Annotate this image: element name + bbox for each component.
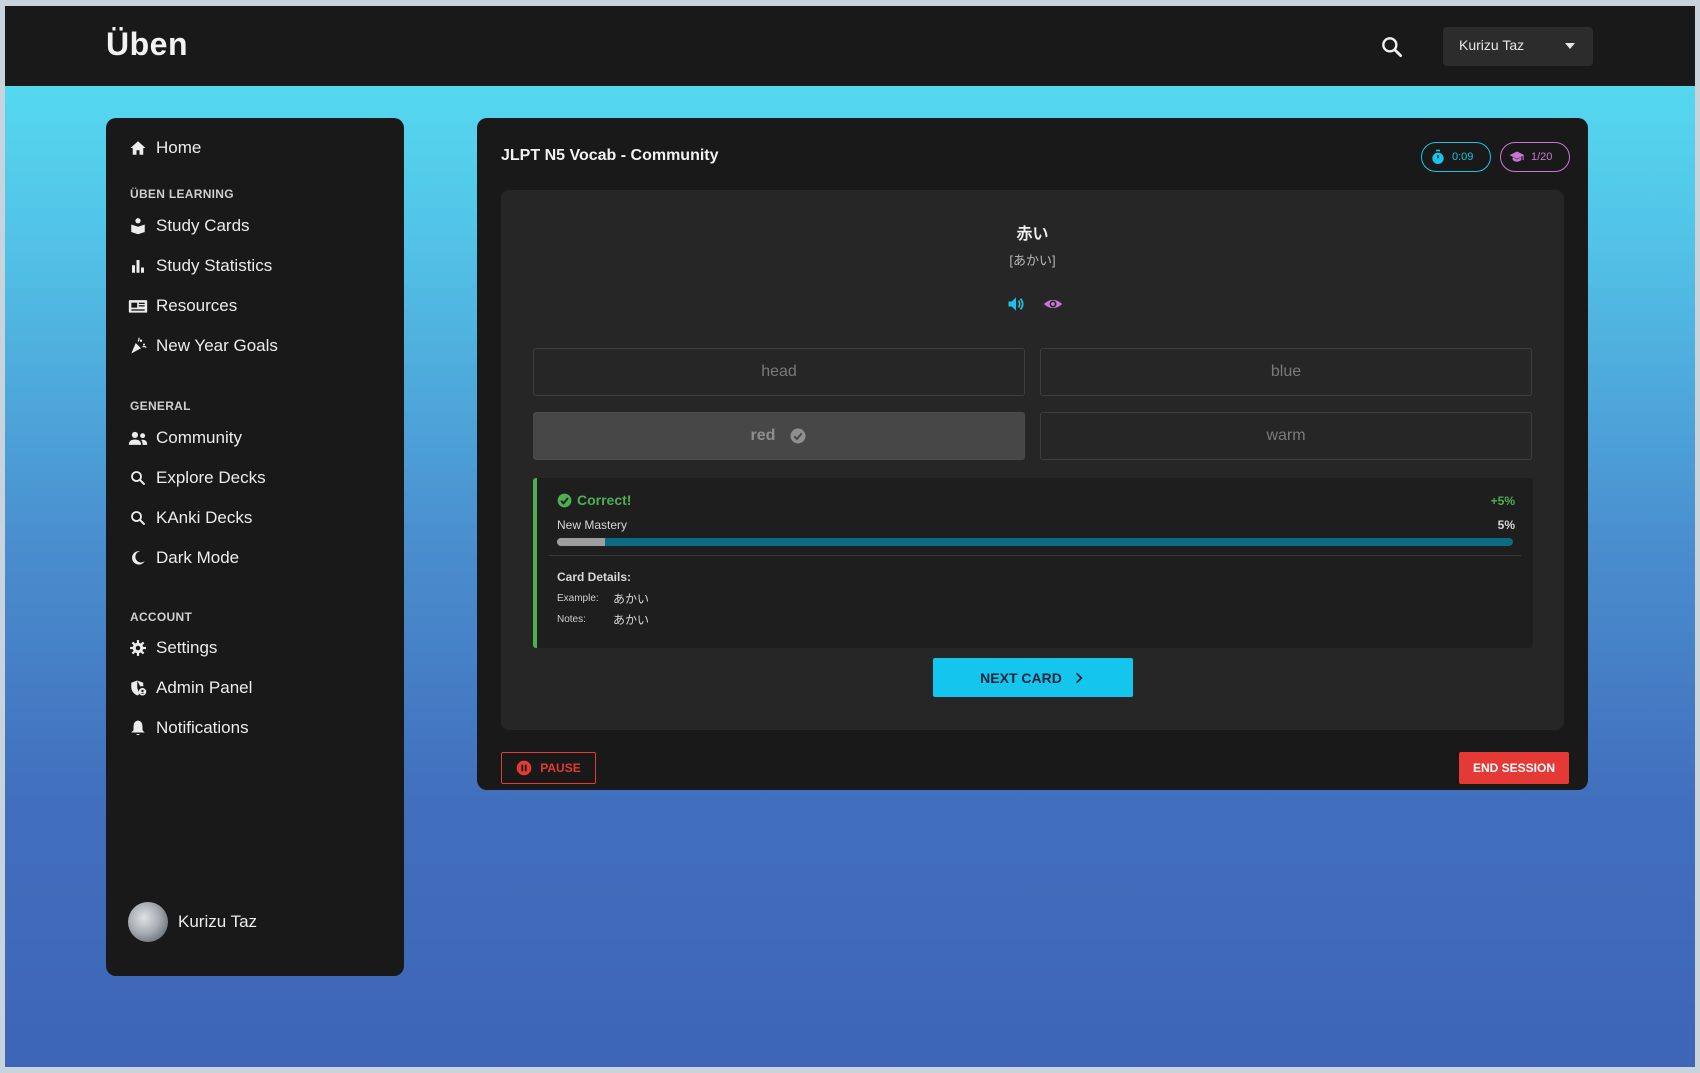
- card-details-example: Example: あかい: [557, 590, 649, 607]
- answer-option-blue[interactable]: blue: [1040, 348, 1532, 396]
- bar-chart-icon: [128, 256, 148, 276]
- notes-value: あかい: [613, 613, 650, 627]
- user-menu-dropdown[interactable]: Kurizu Taz: [1443, 27, 1593, 66]
- timer-value: 0:09: [1452, 151, 1474, 163]
- mastery-gain: +5%: [1490, 494, 1515, 508]
- sidebar-item-admin-panel[interactable]: Admin Panel: [128, 674, 378, 702]
- study-session-panel: JLPT N5 Vocab - Community 0:09 1/20 赤い […: [477, 118, 1588, 790]
- answer-feedback-panel: Correct! +5% New Mastery 5% Card Details…: [533, 478, 1533, 648]
- sidebar: Home ÜBEN LEARNING Study Cards Study Sta…: [106, 118, 404, 976]
- answer-option-label: warm: [1266, 427, 1306, 444]
- sidebar-item-dark-mode[interactable]: Dark Mode: [128, 544, 378, 572]
- card-details-title: Card Details:: [557, 570, 632, 584]
- app-window: Üben Kurizu Taz Home ÜBEN LEARNING Study…: [5, 6, 1695, 1067]
- shield-user-icon: [128, 678, 148, 698]
- sidebar-item-explore-decks[interactable]: Explore Decks: [128, 464, 378, 492]
- chevron-right-icon: [1072, 671, 1086, 685]
- sidebar-item-community[interactable]: Community: [128, 424, 378, 452]
- card-details-notes: Notes: あかい: [557, 611, 649, 628]
- answer-option-label: blue: [1270, 363, 1302, 380]
- sidebar-user-name: Kurizu Taz: [178, 912, 258, 931]
- avatar: [128, 902, 168, 942]
- answer-option-label: red: [750, 427, 776, 444]
- flashcard: 赤い [あかい] head blue red warm Correct! +5%…: [501, 190, 1564, 730]
- sidebar-item-kanki-decks[interactable]: KAnki Decks: [128, 504, 378, 532]
- sidebar-item-label: Dark Mode: [156, 548, 240, 567]
- next-card-button[interactable]: NEXT CARD: [933, 658, 1133, 697]
- sidebar-item-label: Settings: [156, 638, 218, 657]
- caret-down-icon: [1565, 43, 1575, 49]
- card-word: 赤い: [1016, 226, 1049, 243]
- mastery-value: 5%: [1497, 518, 1515, 532]
- mastery-label: New Mastery: [557, 518, 628, 532]
- users-icon: [128, 428, 148, 448]
- sidebar-item-label: Notifications: [156, 718, 249, 737]
- home-icon: [128, 138, 148, 158]
- sidebar-item-label: Study Cards: [156, 216, 250, 235]
- brand-logo[interactable]: Üben: [106, 26, 188, 63]
- feedback-status: Correct!: [557, 492, 631, 508]
- sidebar-item-label: Explore Decks: [156, 468, 266, 487]
- sidebar-item-label: Admin Panel: [156, 678, 253, 697]
- mastery-progress-fill: [557, 538, 605, 546]
- sidebar-item-settings[interactable]: Settings: [128, 634, 378, 662]
- speaker-icon[interactable]: [1006, 294, 1028, 316]
- sidebar-item-label: Home: [156, 138, 202, 157]
- user-menu-name: Kurizu Taz: [1459, 37, 1525, 53]
- sidebar-user-profile[interactable]: Kurizu Taz: [128, 902, 257, 942]
- moon-icon: [128, 548, 148, 568]
- check-circle-icon: [557, 493, 572, 508]
- timer-badge: 0:09: [1421, 142, 1491, 172]
- search-icon: [128, 508, 148, 528]
- sidebar-section-account: ACCOUNT: [130, 610, 193, 624]
- next-card-label: NEXT CARD: [980, 669, 1062, 686]
- check-circle-icon: [789, 427, 807, 445]
- graduation-cap-icon: [1509, 149, 1525, 165]
- gear-icon: [128, 638, 148, 658]
- card-progress-value: 1/20: [1531, 151, 1553, 163]
- card-reading: [あかい]: [1009, 253, 1056, 268]
- answer-option-label: head: [761, 363, 797, 380]
- end-session-button[interactable]: END SESSION: [1459, 752, 1569, 784]
- sidebar-item-label: Community: [156, 428, 242, 447]
- pause-label: PAUSE: [540, 761, 581, 775]
- answer-option-warm[interactable]: warm: [1040, 412, 1532, 460]
- sidebar-item-home[interactable]: Home: [128, 134, 378, 162]
- answer-option-head[interactable]: head: [533, 348, 1025, 396]
- sidebar-item-label: KAnki Decks: [156, 508, 253, 527]
- sidebar-item-new-year-goals[interactable]: New Year Goals: [128, 332, 378, 360]
- party-popper-icon: [128, 336, 148, 356]
- eye-icon[interactable]: [1042, 294, 1064, 316]
- sidebar-item-resources[interactable]: Resources: [128, 292, 378, 320]
- search-icon[interactable]: [1379, 34, 1405, 60]
- mastery-progress-bar: [557, 538, 1513, 546]
- bell-icon: [128, 718, 148, 738]
- divider: [549, 555, 1521, 556]
- example-value: あかい: [613, 592, 650, 606]
- sidebar-item-study-cards[interactable]: Study Cards: [128, 212, 378, 240]
- answer-option-red[interactable]: red: [533, 412, 1025, 460]
- search-icon: [128, 468, 148, 488]
- notes-label: Notes:: [557, 614, 586, 625]
- sidebar-item-label: New Year Goals: [156, 336, 278, 355]
- sidebar-item-study-statistics[interactable]: Study Statistics: [128, 252, 378, 280]
- stopwatch-icon: [1430, 149, 1446, 165]
- pause-circle-icon: [516, 760, 532, 776]
- pause-button[interactable]: PAUSE: [501, 752, 596, 784]
- deck-title: JLPT N5 Vocab - Community: [501, 147, 719, 164]
- example-label: Example:: [557, 593, 599, 604]
- feedback-status-text: Correct!: [577, 492, 632, 508]
- sidebar-section-general: GENERAL: [130, 399, 191, 413]
- sidebar-item-notifications[interactable]: Notifications: [128, 714, 378, 742]
- sidebar-item-label: Resources: [156, 296, 238, 315]
- card-progress-badge: 1/20: [1500, 142, 1570, 172]
- top-bar: Üben Kurizu Taz: [5, 6, 1695, 86]
- sidebar-item-label: Study Statistics: [156, 256, 273, 275]
- newspaper-icon: [128, 296, 148, 316]
- sidebar-section-learning: ÜBEN LEARNING: [130, 187, 234, 201]
- end-session-label: END SESSION: [1472, 761, 1556, 775]
- book-reader-icon: [128, 216, 148, 236]
